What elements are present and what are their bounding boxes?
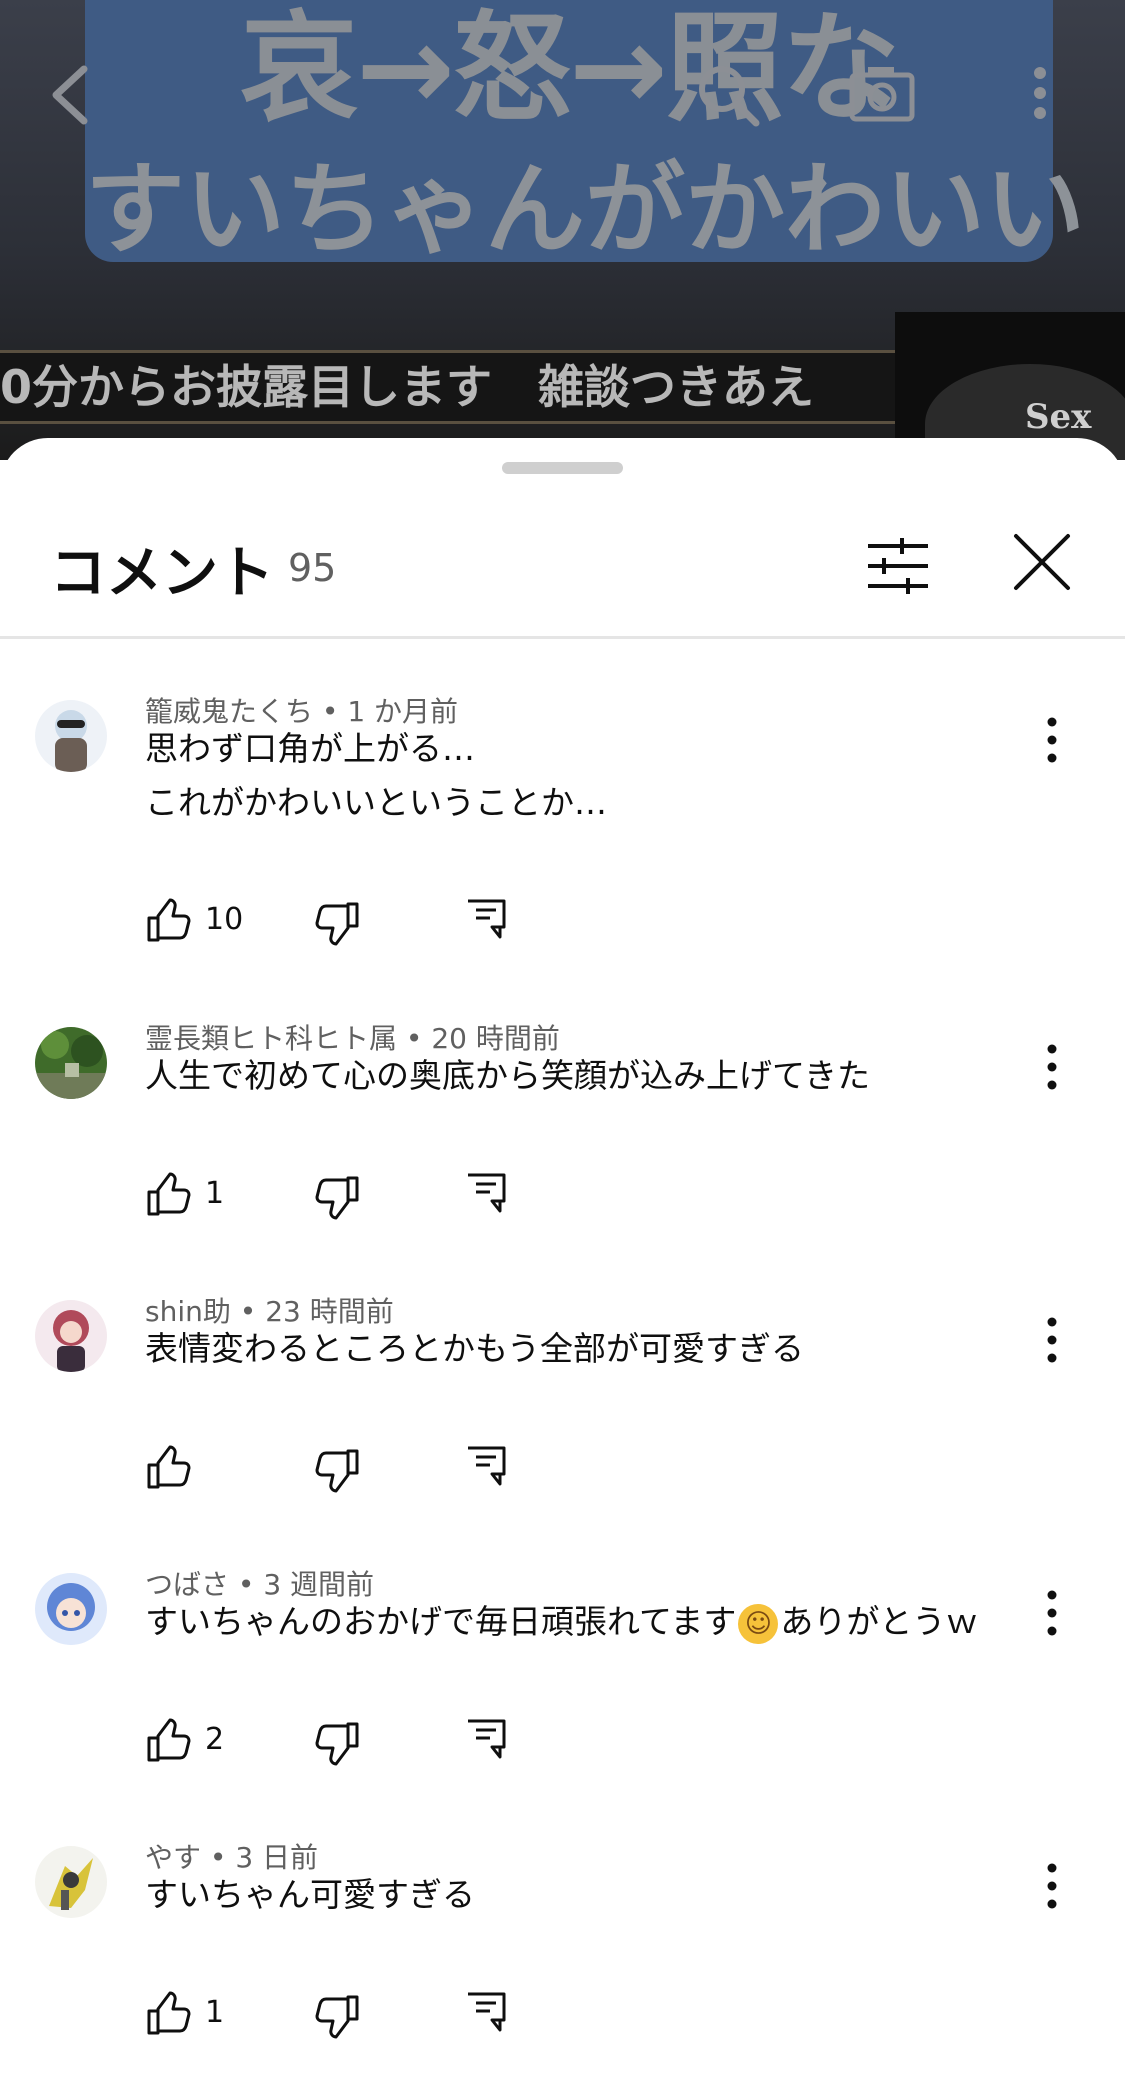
sliders-icon <box>868 538 928 594</box>
more-vertical-icon <box>1047 1590 1057 1636</box>
like-count: 10 <box>205 902 244 937</box>
comment-more-button[interactable] <box>1030 1037 1074 1097</box>
close-button[interactable] <box>1010 530 1074 594</box>
like-button[interactable] <box>145 1718 191 1764</box>
comment-more-button[interactable] <box>1030 1583 1074 1643</box>
thumbs-down-icon <box>315 1722 359 1766</box>
comment-more-button[interactable] <box>1030 1856 1074 1916</box>
dislike-button[interactable] <box>315 1720 361 1766</box>
smiling-emoji-icon: ☺ <box>738 1603 779 1644</box>
camera-button[interactable] <box>842 55 922 135</box>
comment-text: すいちゃん可愛すぎる <box>145 1875 475 1914</box>
like-button[interactable] <box>145 1445 191 1491</box>
avatar[interactable] <box>35 1846 107 1918</box>
search-icon <box>699 66 760 127</box>
like-button[interactable] <box>145 1172 191 1218</box>
comment-actions: 1 <box>145 1991 645 2051</box>
thumbs-down-icon <box>315 1176 359 1220</box>
header-divider <box>0 636 1125 639</box>
like-button[interactable] <box>145 1991 191 2037</box>
avatar[interactable] <box>35 1300 107 1372</box>
thumbs-up-icon <box>147 1172 191 1216</box>
search-button[interactable] <box>688 55 768 135</box>
reply-icon <box>468 1446 506 1486</box>
reply-icon <box>468 1719 506 1759</box>
reply-icon <box>468 1173 506 1213</box>
thumbs-up-icon <box>147 1991 191 2035</box>
comment-text: 表情変わるところとかもう全部が可愛すぎる <box>145 1329 805 1368</box>
video-more-button[interactable] <box>1000 55 1080 135</box>
comment-actions: 10 <box>145 898 645 958</box>
thumbs-down-icon <box>315 1995 359 2039</box>
thumbs-up-icon <box>147 1445 191 1489</box>
dislike-button[interactable] <box>315 1174 361 1220</box>
avatar[interactable] <box>35 1027 107 1099</box>
chevron-left-icon <box>52 65 88 125</box>
comment-text: 思わず口角が上がる… これがかわいいということか… <box>145 729 607 822</box>
like-count: 1 <box>205 1176 225 1211</box>
avatar[interactable] <box>35 700 107 772</box>
comments-count: 95 <box>288 546 337 590</box>
reply-button[interactable] <box>465 898 507 940</box>
reply-button[interactable] <box>465 1445 507 1487</box>
comment-actions <box>145 1445 645 1505</box>
dislike-button[interactable] <box>315 1447 361 1493</box>
comment-text: 人生で初めて心の奥底から笑顔が込み上げてきた <box>145 1056 871 1095</box>
thumbs-down-icon <box>315 902 359 946</box>
thumbs-down-icon <box>315 1449 359 1493</box>
video-ticker-text: 0分からお披露目します 雑談つきあえ <box>0 350 895 424</box>
sort-filter-button[interactable] <box>862 530 934 602</box>
reply-button[interactable] <box>465 1991 507 2033</box>
comment-more-button[interactable] <box>1030 710 1074 770</box>
close-icon <box>1014 534 1070 590</box>
comment-text: すいちゃんのおかげで毎日頑張れてます ☺ ありがとうｗ <box>145 1595 978 1649</box>
comment-more-button[interactable] <box>1030 1310 1074 1370</box>
dislike-button[interactable] <box>315 900 361 946</box>
more-vertical-icon <box>1047 1044 1057 1090</box>
reply-icon <box>468 899 506 939</box>
avatar[interactable] <box>35 1573 107 1645</box>
back-button[interactable] <box>32 55 112 135</box>
comment-actions: 2 <box>145 1718 645 1778</box>
more-vertical-icon <box>1047 1863 1057 1909</box>
comment-actions: 1 <box>145 1172 645 1232</box>
thumbs-up-icon <box>147 1718 191 1762</box>
video-player[interactable]: 哀→怒→照な すいちゃんがかわいい 0分からお披露目します 雑談つきあえ Sex <box>0 0 1125 460</box>
reply-icon <box>468 1992 506 2032</box>
more-vertical-icon <box>1047 1317 1057 1363</box>
comments-sheet: コメント 95 籠威鬼たくち • 1 か月前 思わず口角が上がる… これがかわい… <box>0 438 1125 2075</box>
more-vertical-icon <box>1047 717 1057 763</box>
comments-title: コメント <box>50 541 274 606</box>
dislike-button[interactable] <box>315 1993 361 2039</box>
reply-button[interactable] <box>465 1718 507 1760</box>
more-vertical-icon <box>1034 67 1046 119</box>
like-count: 2 <box>205 1722 225 1757</box>
thumbs-up-icon <box>147 898 191 942</box>
camera-icon <box>849 67 915 122</box>
like-count: 1 <box>205 1995 225 2030</box>
comments-header: コメント 95 <box>0 438 1125 638</box>
thumbnail-title-line2: すいちゃんがかわいい <box>85 151 1085 268</box>
reply-button[interactable] <box>465 1172 507 1214</box>
like-button[interactable] <box>145 898 191 944</box>
